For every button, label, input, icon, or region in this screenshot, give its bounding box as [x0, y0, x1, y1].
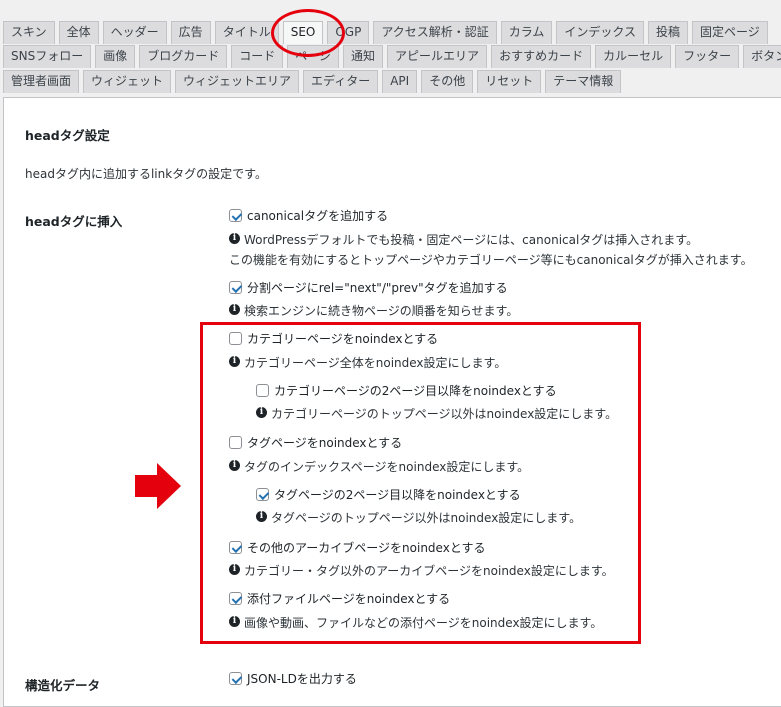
canonical-checkbox[interactable]	[229, 209, 242, 222]
arrow-right-icon	[135, 463, 181, 509]
tab-header[interactable]: ヘッダー	[102, 21, 167, 44]
seo-tab-highlight-circle	[271, 9, 345, 57]
tab-ads[interactable]: 広告	[170, 21, 211, 44]
tab-row-2: SNSフォロー 画像 ブログカード コード ページ 通知 アピールエリア おすす…	[3, 45, 781, 68]
tab-skin[interactable]: スキン	[3, 21, 55, 44]
tab-api[interactable]: API	[382, 70, 418, 93]
section-title: headタグ設定	[25, 128, 110, 143]
settings-tabs: スキン 全体 ヘッダー 広告 タイトル SEO OGP アクセス解析・認証 カラ…	[0, 0, 781, 100]
tab-index[interactable]: インデックス	[556, 21, 645, 44]
json-ld-label[interactable]: JSON-LDを出力する	[247, 670, 357, 687]
head-insert-label: headタグに挿入	[25, 214, 123, 229]
tab-title[interactable]: タイトル	[214, 21, 279, 44]
tab-general[interactable]: 全体	[58, 21, 99, 44]
tab-appeal[interactable]: アピールエリア	[387, 45, 488, 68]
tab-row-1: スキン 全体 ヘッダー 広告 タイトル SEO OGP アクセス解析・認証 カラ…	[3, 21, 772, 44]
canonical-label[interactable]: canonicalタグを追加する	[247, 207, 388, 224]
next-prev-checkbox[interactable]	[229, 281, 242, 294]
tab-image[interactable]: 画像	[95, 45, 136, 68]
info-icon: i	[229, 233, 240, 244]
tab-post[interactable]: 投稿	[648, 21, 689, 44]
tab-notice[interactable]: 通知	[343, 45, 384, 68]
next-prev-note: 検索エンジンに続き物ページの順番を知らせます。	[244, 304, 519, 318]
tab-admin[interactable]: 管理者画面	[3, 70, 80, 93]
tab-page[interactable]: 固定ページ	[692, 21, 768, 44]
section-description: headタグ内に追加するlinkタグの設定です。	[25, 167, 267, 181]
tab-row-3: 管理者画面 ウィジェット ウィジェットエリア エディター API その他 リセッ…	[3, 70, 625, 93]
tab-editor[interactable]: エディター	[303, 70, 379, 93]
tab-code[interactable]: コード	[231, 45, 284, 68]
canonical-note-1: WordPressデフォルトでも投稿・固定ページには、canonicalタグは挿…	[244, 233, 699, 247]
tab-footer[interactable]: フッター	[675, 45, 740, 68]
info-icon: i	[229, 304, 240, 315]
tab-button[interactable]: ボタン	[743, 45, 781, 68]
tab-reset[interactable]: リセット	[477, 70, 542, 93]
tab-theme-info[interactable]: テーマ情報	[545, 70, 622, 93]
tab-other[interactable]: その他	[421, 70, 474, 93]
tab-widget[interactable]: ウィジェット	[83, 70, 172, 93]
next-prev-label[interactable]: 分割ページにrel="next"/"prev"タグを追加する	[247, 279, 508, 296]
tab-blogcard[interactable]: ブログカード	[139, 45, 228, 68]
json-ld-checkbox[interactable]	[229, 672, 242, 685]
tab-sns-follow[interactable]: SNSフォロー	[3, 45, 92, 68]
tab-widget-area[interactable]: ウィジェットエリア	[175, 70, 300, 93]
structured-data-label: 構造化データ	[25, 678, 101, 693]
tab-carousel[interactable]: カルーセル	[595, 45, 672, 68]
tab-recommend[interactable]: おすすめカード	[491, 45, 592, 68]
canonical-note-2: この機能を有効にするとトップページやカテゴリーページ等にもcanonicalタグ…	[229, 253, 753, 267]
noindex-highlight-box	[200, 322, 641, 644]
tab-analytics[interactable]: アクセス解析・認証	[373, 21, 497, 44]
tab-column[interactable]: カラム	[500, 21, 553, 44]
